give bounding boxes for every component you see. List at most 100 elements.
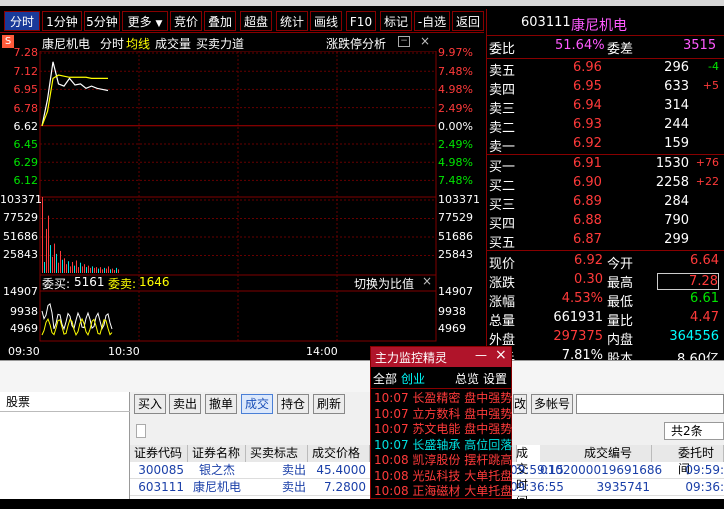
tab-1min[interactable]: 1分钟 xyxy=(42,11,82,31)
volume-bar xyxy=(102,269,103,273)
tab-stats[interactable]: 统计 xyxy=(276,11,308,31)
volume-tick: 25843 xyxy=(3,248,38,261)
ask-row[interactable]: 卖一 6.92 159 xyxy=(487,136,724,155)
ma-label[interactable]: 均线 xyxy=(126,35,150,52)
positions-button[interactable]: 持仓 xyxy=(277,394,309,414)
stat-value: 4.53% xyxy=(561,291,603,306)
chevron-down-icon: ▼ xyxy=(155,19,163,29)
quote-name: 康尼机电 xyxy=(571,18,627,34)
ask-change: -4 xyxy=(708,60,719,73)
monitor-item[interactable]: 10:08 光弘科技 大单托盘 xyxy=(374,468,512,485)
bid-row[interactable]: 买二 6.90 2258 +22 xyxy=(487,175,724,194)
bid-row[interactable]: 买四 6.88 790 xyxy=(487,213,724,232)
volume-bar xyxy=(48,215,49,273)
tab-draw[interactable]: 画线 xyxy=(310,11,342,31)
col-header[interactable]: 委托时间 xyxy=(652,445,724,476)
ask-level-label: 卖二 xyxy=(489,121,516,136)
bid-level-label: 买三 xyxy=(489,198,516,213)
bid-level-label: 买五 xyxy=(489,236,516,251)
tab-mark[interactable]: 标记 xyxy=(380,11,412,31)
collapse-icon[interactable]: − xyxy=(398,36,410,47)
volume-bar xyxy=(90,267,91,273)
close-icon[interactable]: × xyxy=(420,34,430,48)
ask-row[interactable]: 卖三 6.94 314 xyxy=(487,98,724,117)
popup-title: 主力监控精灵 xyxy=(375,351,448,365)
tab-super[interactable]: 超盘 xyxy=(240,11,272,31)
buy-button[interactable]: 买入 xyxy=(134,394,166,414)
cell-price: 7.2800 xyxy=(324,480,366,494)
filter-chinext[interactable]: 创业 xyxy=(401,370,425,387)
bid-volume: 790 xyxy=(664,213,689,228)
tab-f10[interactable]: F10 xyxy=(346,11,376,31)
modify-button[interactable]: 改 xyxy=(513,394,527,414)
monitor-item[interactable]: 10:07 苏文电能 盘中强势 xyxy=(374,421,512,438)
volume-label[interactable]: 成交量 xyxy=(155,35,191,52)
overview-link[interactable]: 总览 xyxy=(455,370,479,387)
ask-row[interactable]: 卖五 6.96 296 -4 xyxy=(487,60,724,79)
tab-watchlist[interactable]: -自选 xyxy=(414,11,450,31)
multi-account-button[interactable]: 多帐号 xyxy=(531,394,573,414)
tab-back[interactable]: 返回 xyxy=(452,11,484,31)
monitor-item[interactable]: 10:07 长盈精密 盘中强势 xyxy=(374,390,512,407)
volume-bar xyxy=(82,266,83,273)
cell-code: 603111 xyxy=(138,480,184,494)
close-icon[interactable]: × xyxy=(422,274,432,288)
refresh-button[interactable]: 刷新 xyxy=(313,394,345,414)
stat-label: 涨幅 xyxy=(489,295,516,310)
time-tick: 10:30 xyxy=(108,345,140,358)
cancel-order-button[interactable]: 撤单 xyxy=(205,394,237,414)
col-header[interactable]: 证券名称 xyxy=(188,445,246,462)
monitor-item[interactable]: 10:08 凯淳股份 摆杆跳高 xyxy=(374,452,512,469)
ask-row[interactable]: 卖二 6.93 244 xyxy=(487,117,724,136)
monitor-item[interactable]: 10:07 长盛轴承 高位回落 xyxy=(374,437,512,454)
filter-all[interactable]: 全部 xyxy=(373,370,397,387)
buy-sell-force-label[interactable]: 买卖力道 xyxy=(196,35,244,52)
tab-fenshi[interactable]: 分时 xyxy=(4,11,40,31)
volume-tick-right: 77529 xyxy=(438,211,473,224)
monitor-stock: 正海磁材 xyxy=(412,484,465,498)
scroll-handle[interactable] xyxy=(136,424,146,438)
filled-button[interactable]: 成交 xyxy=(241,394,273,414)
tab-overlay[interactable]: 叠加 xyxy=(204,11,236,31)
weibi-sell-label: 委卖: xyxy=(108,277,137,291)
stat-label: 总量 xyxy=(489,314,516,329)
ask-price: 6.93 xyxy=(573,117,602,132)
col-header[interactable]: 成交价格 xyxy=(308,445,370,462)
main-force-monitor-popup: 主力监控精灵 — × 全部 创业 总览 设置 10:07 长盈精密 盘中强势 10… xyxy=(370,346,512,499)
stock-tree-title[interactable]: 股票 xyxy=(6,393,30,410)
minimize-icon[interactable]: — xyxy=(475,348,487,362)
volume-bar xyxy=(50,245,51,273)
account-select[interactable] xyxy=(576,394,724,414)
monitor-item[interactable]: 10:07 立方数科 盘中强势 xyxy=(374,406,512,423)
pct-tick: 4.98% xyxy=(438,83,473,96)
bid-price: 6.87 xyxy=(573,232,602,247)
tab-auction[interactable]: 竞价 xyxy=(170,11,202,31)
bid-row[interactable]: 买一 6.91 1530 +76 xyxy=(487,156,724,175)
col-header[interactable]: 成交编号 xyxy=(540,445,652,462)
ask-row[interactable]: 卖四 6.95 633 +5 xyxy=(487,79,724,98)
popup-header[interactable]: 主力监控精灵 — × xyxy=(371,347,511,367)
cell-order-time: 09:59: xyxy=(685,463,724,477)
col-header[interactable]: 买卖标志 xyxy=(246,445,308,462)
price-tick: 6.45 xyxy=(13,138,39,151)
stock-name: 康尼机电 xyxy=(42,37,91,51)
stat-row: 外盘 297375 内盘 364556 xyxy=(487,329,724,348)
close-icon[interactable]: × xyxy=(495,347,507,363)
limit-analysis-label[interactable]: 涨跌停分析 xyxy=(326,35,386,52)
switch-ratio-button[interactable]: 切换为比值 xyxy=(354,275,414,292)
tab-more[interactable]: 更多 ▼ xyxy=(122,11,168,31)
settings-link[interactable]: 设置 xyxy=(483,370,507,387)
col-header[interactable]: 证券代码 xyxy=(130,445,188,462)
ask-volume: 296 xyxy=(664,60,689,75)
cell-code: 300085 xyxy=(138,463,184,477)
monitor-item[interactable]: 10:08 正海磁材 大单托盘 xyxy=(374,483,512,500)
bid-row[interactable]: 买五 6.87 299 xyxy=(487,232,724,251)
stat-label: 最高 xyxy=(607,276,634,291)
divider xyxy=(371,388,511,389)
volume-bar xyxy=(106,268,107,273)
sell-button[interactable]: 卖出 xyxy=(169,394,201,414)
tab-5min[interactable]: 5分钟 xyxy=(84,11,120,31)
bid-volume: 284 xyxy=(664,194,689,209)
bid-row[interactable]: 买三 6.89 284 xyxy=(487,194,724,213)
weibi-value: 51.64% xyxy=(555,38,605,53)
